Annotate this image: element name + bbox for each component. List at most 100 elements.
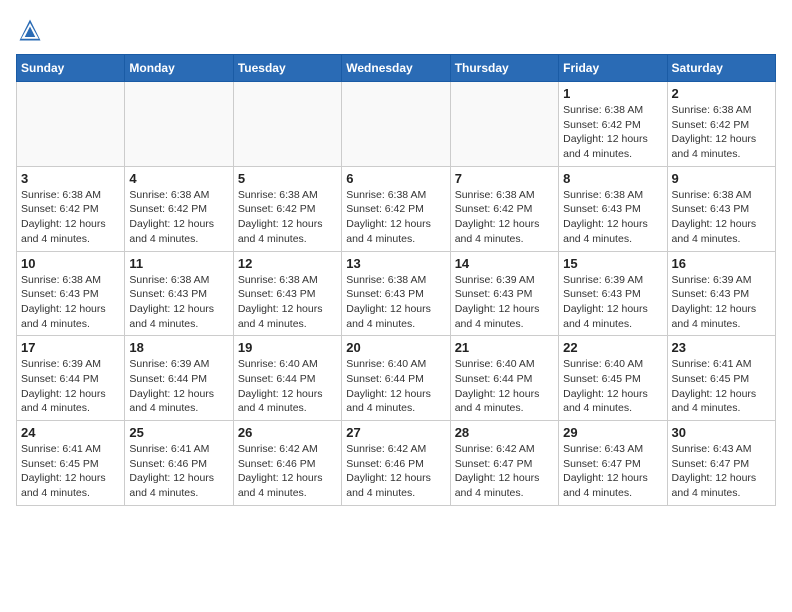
day-number: 24 [21,425,120,440]
day-number: 26 [238,425,337,440]
day-header-saturday: Saturday [667,55,775,82]
day-info: Sunrise: 6:38 AMSunset: 6:42 PMDaylight:… [455,188,554,247]
calendar-cell: 30 Sunrise: 6:43 AMSunset: 6:47 PMDayligh… [667,421,775,506]
day-info: Sunrise: 6:42 AMSunset: 6:46 PMDaylight:… [238,442,337,501]
calendar-cell: 14 Sunrise: 6:39 AMSunset: 6:43 PMDayligh… [450,251,558,336]
day-info: Sunrise: 6:38 AMSunset: 6:42 PMDaylight:… [238,188,337,247]
day-number: 30 [672,425,771,440]
calendar-week-2: 3 Sunrise: 6:38 AMSunset: 6:42 PMDaylight… [17,166,776,251]
calendar-cell: 27Sunrise: 6:42 AMSunset: 6:46 PMDayligh… [342,421,450,506]
day-info: Sunrise: 6:38 AMSunset: 6:43 PMDaylight:… [563,188,662,247]
day-number: 6 [346,171,445,186]
logo [16,16,48,44]
day-info: Sunrise: 6:41 AMSunset: 6:45 PMDaylight:… [672,357,771,416]
day-header-friday: Friday [559,55,667,82]
day-header-wednesday: Wednesday [342,55,450,82]
day-info: Sunrise: 6:38 AMSunset: 6:43 PMDaylight:… [21,273,120,332]
day-info: Sunrise: 6:43 AMSunset: 6:47 PMDaylight:… [672,442,771,501]
day-info: Sunrise: 6:40 AMSunset: 6:44 PMDaylight:… [346,357,445,416]
calendar-cell: 16 Sunrise: 6:39 AMSunset: 6:43 PMDayligh… [667,251,775,336]
calendar-cell: 3 Sunrise: 6:38 AMSunset: 6:42 PMDaylight… [17,166,125,251]
calendar-cell: 15Sunrise: 6:39 AMSunset: 6:43 PMDayligh… [559,251,667,336]
day-number: 19 [238,340,337,355]
calendar-cell: 4 Sunrise: 6:38 AMSunset: 6:42 PMDaylight… [125,166,233,251]
logo-icon [16,16,44,44]
calendar-cell [342,82,450,167]
day-info: Sunrise: 6:40 AMSunset: 6:44 PMDaylight:… [238,357,337,416]
calendar-week-5: 24 Sunrise: 6:41 AMSunset: 6:45 PMDayligh… [17,421,776,506]
calendar-cell: 23 Sunrise: 6:41 AMSunset: 6:45 PMDayligh… [667,336,775,421]
day-info: Sunrise: 6:38 AMSunset: 6:42 PMDaylight:… [129,188,228,247]
calendar-cell: 7 Sunrise: 6:38 AMSunset: 6:42 PMDaylight… [450,166,558,251]
day-header-tuesday: Tuesday [233,55,341,82]
day-info: Sunrise: 6:41 AMSunset: 6:46 PMDaylight:… [129,442,228,501]
day-info: Sunrise: 6:39 AMSunset: 6:44 PMDaylight:… [21,357,120,416]
day-number: 12 [238,256,337,271]
day-number: 4 [129,171,228,186]
day-info: Sunrise: 6:40 AMSunset: 6:44 PMDaylight:… [455,357,554,416]
calendar-cell: 25 Sunrise: 6:41 AMSunset: 6:46 PMDayligh… [125,421,233,506]
day-number: 9 [672,171,771,186]
day-number: 7 [455,171,554,186]
calendar-week-1: 1Sunrise: 6:38 AMSunset: 6:42 PMDaylight… [17,82,776,167]
calendar-cell: 29 Sunrise: 6:43 AMSunset: 6:47 PMDayligh… [559,421,667,506]
day-number: 17 [21,340,120,355]
day-number: 20 [346,340,445,355]
day-info: Sunrise: 6:38 AMSunset: 6:43 PMDaylight:… [672,188,771,247]
calendar-cell: 21 Sunrise: 6:40 AMSunset: 6:44 PMDayligh… [450,336,558,421]
day-number: 11 [129,256,228,271]
day-header-thursday: Thursday [450,55,558,82]
day-info: Sunrise: 6:43 AMSunset: 6:47 PMDaylight:… [563,442,662,501]
calendar-cell: 28Sunrise: 6:42 AMSunset: 6:47 PMDayligh… [450,421,558,506]
calendar-cell: 8 Sunrise: 6:38 AMSunset: 6:43 PMDaylight… [559,166,667,251]
calendar-week-3: 10 Sunrise: 6:38 AMSunset: 6:43 PMDayligh… [17,251,776,336]
calendar-cell: 10 Sunrise: 6:38 AMSunset: 6:43 PMDayligh… [17,251,125,336]
header [16,16,776,44]
day-number: 13 [346,256,445,271]
day-info: Sunrise: 6:39 AMSunset: 6:43 PMDaylight:… [455,273,554,332]
calendar-cell: 24 Sunrise: 6:41 AMSunset: 6:45 PMDayligh… [17,421,125,506]
day-number: 28 [455,425,554,440]
calendar-cell: 11 Sunrise: 6:38 AMSunset: 6:43 PMDayligh… [125,251,233,336]
day-number: 10 [21,256,120,271]
calendar-cell: 12 Sunrise: 6:38 AMSunset: 6:43 PMDayligh… [233,251,341,336]
day-info: Sunrise: 6:38 AMSunset: 6:43 PMDaylight:… [129,273,228,332]
day-number: 5 [238,171,337,186]
calendar-week-4: 17 Sunrise: 6:39 AMSunset: 6:44 PMDayligh… [17,336,776,421]
calendar-cell: 13 Sunrise: 6:38 AMSunset: 6:43 PMDayligh… [342,251,450,336]
day-number: 21 [455,340,554,355]
day-info: Sunrise: 6:38 AMSunset: 6:43 PMDaylight:… [238,273,337,332]
day-header-monday: Monday [125,55,233,82]
day-number: 14 [455,256,554,271]
day-info: Sunrise: 6:41 AMSunset: 6:45 PMDaylight:… [21,442,120,501]
day-info: Sunrise: 6:38 AMSunset: 6:42 PMDaylight:… [563,103,662,162]
day-number: 18 [129,340,228,355]
day-info: Sunrise: 6:38 AMSunset: 6:42 PMDaylight:… [21,188,120,247]
day-info: Sunrise: 6:38 AMSunset: 6:42 PMDaylight:… [672,103,771,162]
day-number: 22 [563,340,662,355]
calendar-cell: 26 Sunrise: 6:42 AMSunset: 6:46 PMDayligh… [233,421,341,506]
day-number: 25 [129,425,228,440]
day-number: 2 [672,86,771,101]
calendar-cell: 17 Sunrise: 6:39 AMSunset: 6:44 PMDayligh… [17,336,125,421]
calendar-cell: 19 Sunrise: 6:40 AMSunset: 6:44 PMDayligh… [233,336,341,421]
calendar-cell: 20 Sunrise: 6:40 AMSunset: 6:44 PMDayligh… [342,336,450,421]
day-header-sunday: Sunday [17,55,125,82]
day-number: 29 [563,425,662,440]
day-info: Sunrise: 6:38 AMSunset: 6:43 PMDaylight:… [346,273,445,332]
day-number: 23 [672,340,771,355]
calendar-body: 1Sunrise: 6:38 AMSunset: 6:42 PMDaylight… [17,82,776,506]
calendar-cell: 2 Sunrise: 6:38 AMSunset: 6:42 PMDaylight… [667,82,775,167]
day-number: 8 [563,171,662,186]
day-info: Sunrise: 6:38 AMSunset: 6:42 PMDaylight:… [346,188,445,247]
day-number: 16 [672,256,771,271]
day-info: Sunrise: 6:40 AMSunset: 6:45 PMDaylight:… [563,357,662,416]
day-number: 15 [563,256,662,271]
calendar-cell [17,82,125,167]
calendar-cell: 22 Sunrise: 6:40 AMSunset: 6:45 PMDayligh… [559,336,667,421]
day-number: 3 [21,171,120,186]
day-info: Sunrise: 6:39 AMSunset: 6:43 PMDaylight:… [672,273,771,332]
day-number: 27 [346,425,445,440]
calendar-cell [233,82,341,167]
calendar-header-row: SundayMondayTuesdayWednesdayThursdayFrid… [17,55,776,82]
